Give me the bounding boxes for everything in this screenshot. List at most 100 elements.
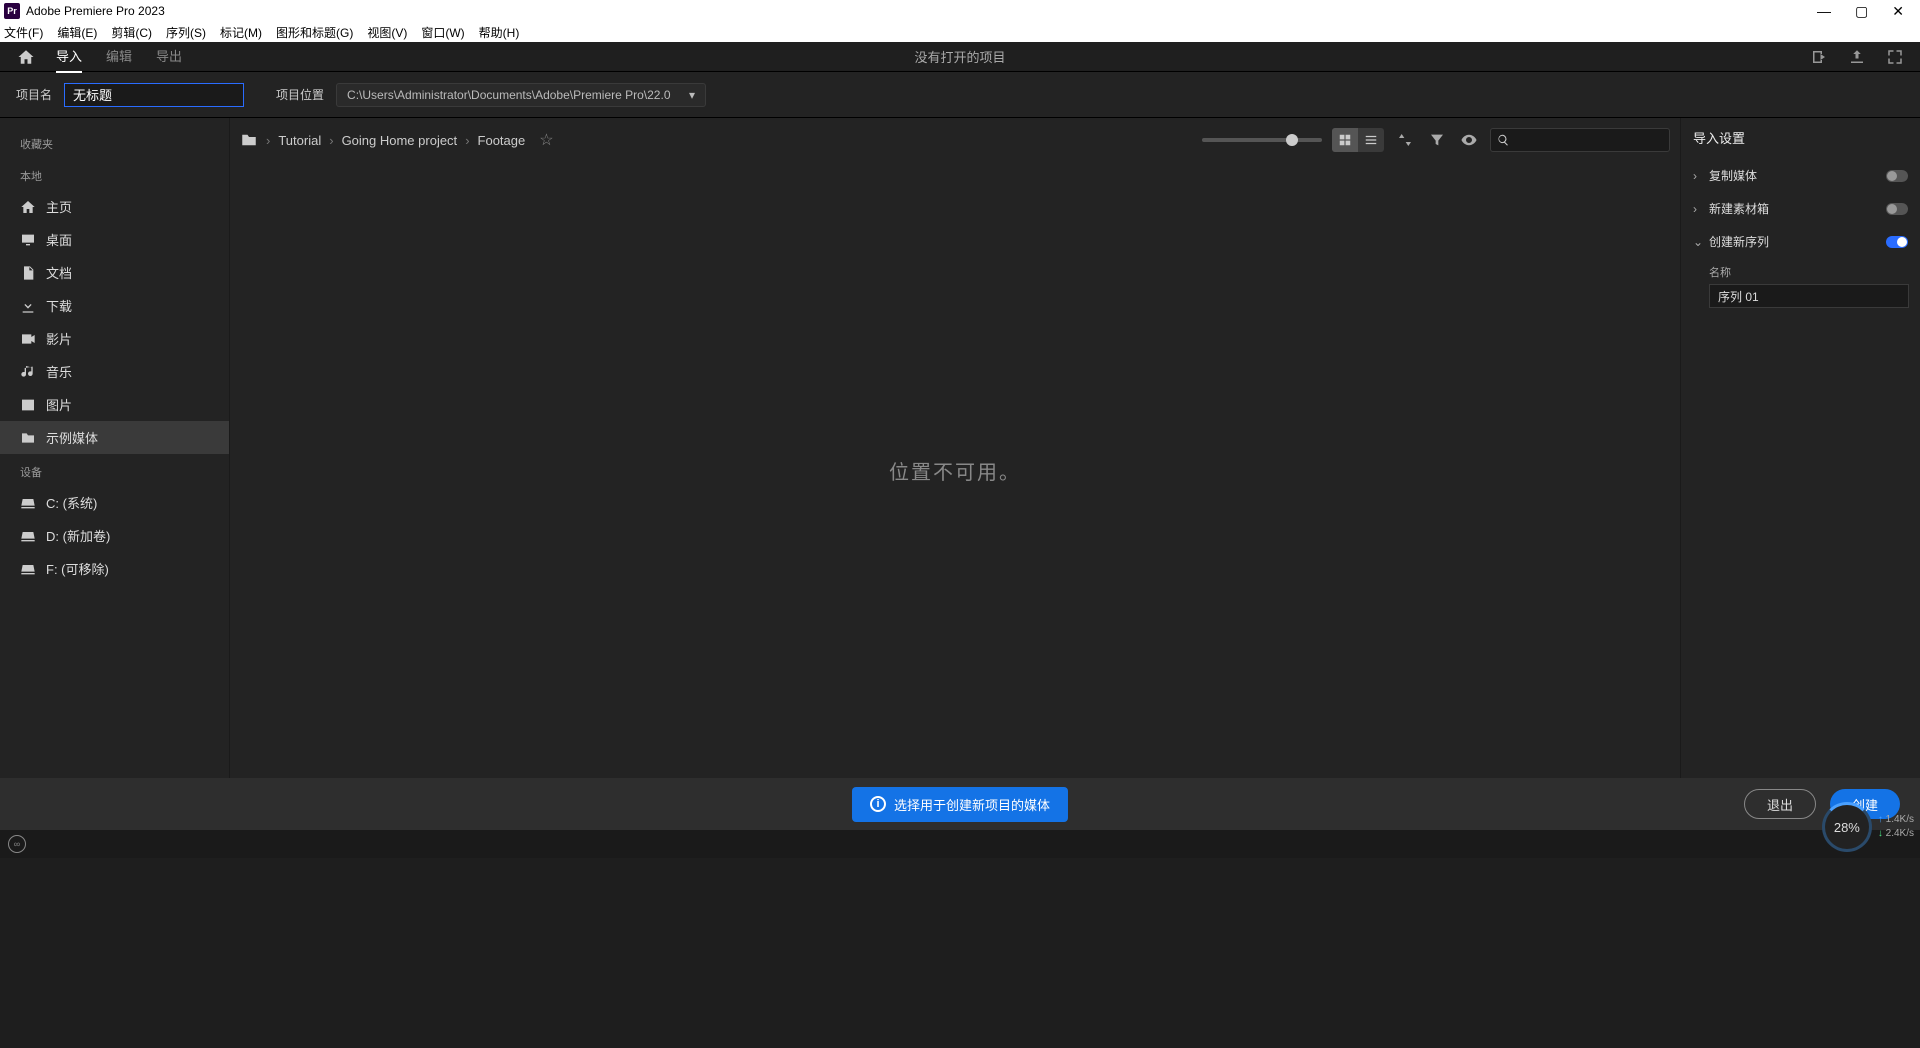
sidebar-item-label: 图片 <box>46 395 72 414</box>
menu-item[interactable]: 窗口(W) <box>421 24 464 41</box>
setting-row[interactable]: › 新建素材箱 <box>1693 192 1908 225</box>
music-icon <box>20 364 36 380</box>
setting-toggle[interactable] <box>1886 236 1908 248</box>
filter-button[interactable] <box>1426 129 1448 151</box>
setting-label: 复制媒体 <box>1709 167 1757 184</box>
search-box[interactable] <box>1490 128 1670 152</box>
favorite-star-icon[interactable]: ☆ <box>539 130 553 150</box>
info-message: i 选择用于创建新项目的媒体 <box>852 787 1068 822</box>
download-icon <box>20 298 36 314</box>
sidebar-item[interactable]: C: (系统) <box>0 486 229 519</box>
drive-icon <box>20 528 36 544</box>
sidebar-item[interactable]: 示例媒体 <box>0 421 229 454</box>
sidebar-item[interactable]: D: (新加卷) <box>0 519 229 552</box>
project-status-title: 没有打开的项目 <box>914 47 1005 66</box>
workspace-tab[interactable]: 导入 <box>56 40 82 73</box>
window-title: Adobe Premiere Pro 2023 <box>26 4 165 18</box>
app-toolbar: 导入编辑导出 没有打开的项目 <box>0 42 1920 72</box>
workspace-tab[interactable]: 导出 <box>156 40 182 73</box>
sequence-name-label: 名称 <box>1709 264 1908 280</box>
sidebar-item-label: D: (新加卷) <box>46 526 110 545</box>
fullscreen-icon[interactable] <box>1886 48 1904 66</box>
menu-item[interactable]: 编辑(E) <box>57 24 97 41</box>
status-bar: ∞ 28% 1.4K/s 2.4K/s <box>0 830 1920 858</box>
sidebar-item-label: 桌面 <box>46 230 72 249</box>
network-widget: 28% 1.4K/s 2.4K/s <box>1822 802 1914 852</box>
sidebar-item-label: 音乐 <box>46 362 72 381</box>
workspace-tab[interactable]: 编辑 <box>106 40 132 73</box>
bottom-action-bar: i 选择用于创建新项目的媒体 退出 创建 <box>0 778 1920 830</box>
chevron-down-icon: ▾ <box>689 88 695 102</box>
sidebar-item[interactable]: 图片 <box>0 388 229 421</box>
chevron-down-icon: ⌄ <box>1693 235 1705 249</box>
grid-view-button[interactable] <box>1332 128 1358 152</box>
setting-toggle[interactable] <box>1886 170 1908 182</box>
sidebar-item-label: 影片 <box>46 329 72 348</box>
menu-item[interactable]: 标记(M) <box>220 24 262 41</box>
exit-button[interactable]: 退出 <box>1744 789 1816 819</box>
chevron-right-icon: › <box>1693 202 1705 216</box>
breadcrumb: › Tutorial › Going Home project › Footag… <box>240 130 554 150</box>
folder-icon <box>20 430 36 446</box>
info-icon: i <box>870 796 886 812</box>
sequence-name-input[interactable] <box>1709 284 1909 308</box>
sidebar-item[interactable]: 桌面 <box>0 223 229 256</box>
menu-item[interactable]: 文件(F) <box>4 24 43 41</box>
minimize-button[interactable]: — <box>1817 3 1831 20</box>
breadcrumb-item[interactable]: Footage <box>478 133 526 148</box>
thumbnail-zoom-slider[interactable] <box>1202 138 1322 142</box>
menu-item[interactable]: 序列(S) <box>166 24 206 41</box>
sidebar-item[interactable]: 音乐 <box>0 355 229 388</box>
search-input[interactable] <box>1514 133 1663 148</box>
image-icon <box>20 397 36 413</box>
chevron-right-icon: › <box>1693 169 1705 183</box>
sidebar-item-label: 主页 <box>46 197 72 216</box>
sidebar-favorites-label: 收藏夹 <box>0 126 229 158</box>
video-icon <box>20 331 36 347</box>
project-settings-row: 项目名 项目位置 C:\Users\Administrator\Document… <box>0 72 1920 118</box>
sidebar-item[interactable]: 文档 <box>0 256 229 289</box>
folder-icon[interactable] <box>240 131 258 149</box>
drive-icon <box>20 561 36 577</box>
menu-item[interactable]: 图形和标题(G) <box>276 24 353 41</box>
browser-empty-message: 位置不可用。 <box>230 162 1680 778</box>
import-settings-panel: 导入设置 ›复制媒体›新建素材箱⌄创建新序列名称 <box>1680 118 1920 778</box>
maximize-button[interactable]: ▢ <box>1855 3 1868 20</box>
app-icon: Pr <box>4 3 20 19</box>
network-percent: 28% <box>1822 802 1872 852</box>
breadcrumb-item[interactable]: Going Home project <box>342 133 458 148</box>
setting-row[interactable]: › 复制媒体 <box>1693 159 1908 192</box>
menu-item[interactable]: 视图(V) <box>367 24 407 41</box>
breadcrumb-item[interactable]: Tutorial <box>278 133 321 148</box>
quick-export-icon[interactable] <box>1810 48 1828 66</box>
menu-item[interactable]: 剪辑(C) <box>111 24 152 41</box>
share-icon[interactable] <box>1848 48 1866 66</box>
list-view-button[interactable] <box>1358 128 1384 152</box>
setting-toggle[interactable] <box>1886 203 1908 215</box>
home-icon[interactable] <box>16 48 36 66</box>
sidebar-item-label: F: (可移除) <box>46 559 109 578</box>
window-titlebar: Pr Adobe Premiere Pro 2023 — ▢ ✕ <box>0 0 1920 22</box>
home-icon <box>20 199 36 215</box>
setting-label: 新建素材箱 <box>1709 200 1769 217</box>
project-location-dropdown[interactable]: C:\Users\Administrator\Documents\Adobe\P… <box>336 83 706 107</box>
media-browser: › Tutorial › Going Home project › Footag… <box>230 118 1680 778</box>
creative-cloud-icon[interactable]: ∞ <box>8 835 26 853</box>
sidebar-item-label: 示例媒体 <box>46 428 98 447</box>
menu-item[interactable]: 帮助(H) <box>479 24 520 41</box>
sidebar-item[interactable]: 影片 <box>0 322 229 355</box>
close-button[interactable]: ✕ <box>1892 3 1904 20</box>
sidebar-local-label: 本地 <box>0 158 229 190</box>
desktop-icon <box>20 232 36 248</box>
sidebar-item[interactable]: 主页 <box>0 190 229 223</box>
project-name-input[interactable] <box>64 83 244 107</box>
search-icon <box>1497 133 1510 147</box>
sidebar-devices-label: 设备 <box>0 454 229 486</box>
sort-button[interactable] <box>1394 129 1416 151</box>
sidebar-item[interactable]: F: (可移除) <box>0 552 229 585</box>
eye-icon[interactable] <box>1458 129 1480 151</box>
info-text: 选择用于创建新项目的媒体 <box>894 795 1050 814</box>
project-location-label: 项目位置 <box>276 86 324 103</box>
setting-row[interactable]: ⌄创建新序列 <box>1693 225 1908 258</box>
sidebar-item[interactable]: 下载 <box>0 289 229 322</box>
